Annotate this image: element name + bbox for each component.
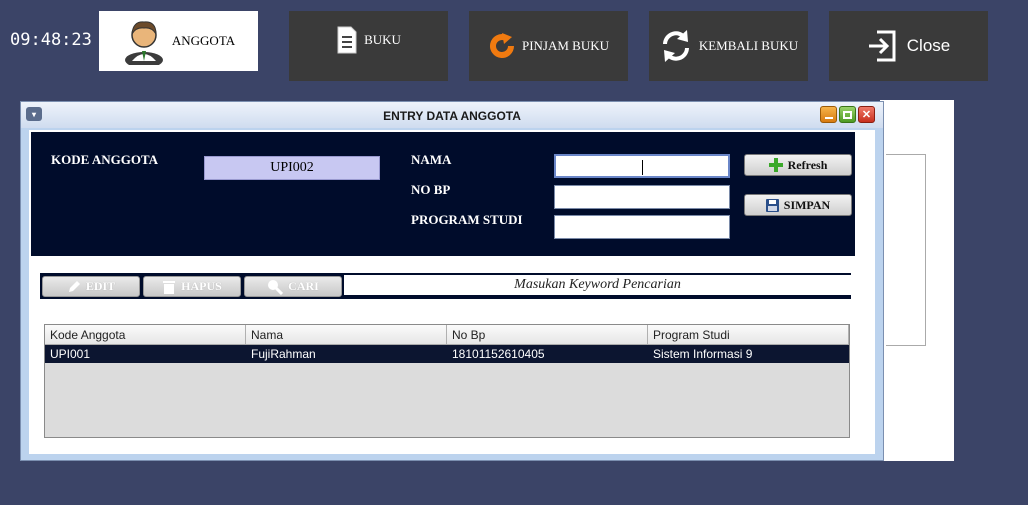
edit-label: EDIT — [85, 279, 116, 293]
no-bp-input[interactable] — [555, 186, 729, 208]
kode-anggota-label: KODE ANGGOTA — [51, 152, 159, 167]
refresh-label: Refresh — [787, 157, 828, 172]
program-studi-label: PROGRAM STUDI — [411, 212, 523, 227]
nama-field[interactable] — [554, 154, 730, 178]
program-studi-field[interactable] — [554, 215, 730, 239]
window-title: ENTRY DATA ANGGOTA — [383, 109, 521, 123]
nav-anggota-button[interactable]: ANGGOTA — [99, 11, 258, 71]
nav-kembali-buku-button[interactable]: KEMBALI BUKU — [649, 11, 808, 81]
clock-display: 09:48:23 — [10, 30, 92, 50]
entry-data-anggota-window: ▾ ENTRY DATA ANGGOTA ✕ KODE ANGGOTA UPI0… — [20, 101, 884, 461]
cari-label: CARI — [288, 279, 319, 293]
exit-icon — [867, 30, 897, 62]
action-toolbar: EDIT HAPUS CARI — [40, 273, 851, 299]
cari-button[interactable]: CARI — [244, 276, 342, 297]
nav-close-button[interactable]: Close — [829, 11, 988, 81]
no-bp-label: NO BP — [411, 182, 451, 197]
nav-buku-button[interactable]: BUKU — [289, 11, 448, 81]
close-window-button[interactable]: ✕ — [858, 106, 875, 123]
nav-kembali-buku-label: KEMBALI BUKU — [698, 38, 799, 53]
text-caret — [642, 160, 643, 175]
trash-icon — [162, 279, 176, 295]
nama-label: NAMA — [411, 152, 452, 167]
maximize-icon — [843, 110, 852, 119]
nav-close-label: Close — [906, 36, 951, 55]
column-header-program-studi[interactable]: Program Studi — [648, 325, 849, 344]
background-panel — [880, 100, 954, 461]
background-inner-box — [886, 154, 926, 346]
minimize-icon — [824, 116, 833, 119]
refresh-button[interactable]: Refresh — [744, 154, 852, 176]
search-field[interactable] — [344, 275, 851, 295]
table-cell: 18101152610405 — [452, 347, 545, 361]
simpan-button[interactable]: SIMPAN — [744, 194, 852, 216]
minimize-button[interactable] — [820, 106, 837, 123]
hapus-button[interactable]: HAPUS — [143, 276, 241, 297]
table-cell: UPI001 — [50, 347, 91, 361]
pencil-icon — [67, 280, 81, 294]
program-studi-input[interactable] — [555, 216, 729, 238]
document-icon — [336, 26, 358, 54]
column-header-nama[interactable]: Nama — [246, 325, 447, 344]
nav-buku-label: BUKU — [364, 32, 401, 47]
form-panel: KODE ANGGOTA UPI002 NAMA NO BP PROGRAM S… — [31, 132, 855, 256]
column-header-no-bp[interactable]: No Bp — [447, 325, 648, 344]
window-titlebar[interactable]: ▾ ENTRY DATA ANGGOTA ✕ — [21, 102, 883, 128]
close-icon: ✕ — [861, 109, 872, 121]
search-icon — [267, 279, 284, 295]
user-icon — [122, 17, 166, 65]
no-bp-field[interactable] — [554, 185, 730, 209]
table-row[interactable]: UPI001 FujiRahman 18101152610405 Sistem … — [45, 345, 849, 363]
plus-icon — [768, 158, 783, 172]
kode-anggota-field: UPI002 — [204, 156, 380, 180]
refresh-arrow-icon — [488, 32, 516, 60]
table-cell: FujiRahman — [251, 347, 316, 361]
hapus-label: HAPUS — [181, 279, 222, 293]
window-content: KODE ANGGOTA UPI002 NAMA NO BP PROGRAM S… — [29, 130, 875, 454]
simpan-label: SIMPAN — [783, 197, 831, 212]
search-input[interactable] — [344, 275, 851, 295]
nav-pinjam-buku-button[interactable]: PINJAM BUKU — [469, 11, 628, 81]
edit-button[interactable]: EDIT — [42, 276, 140, 297]
save-icon — [765, 198, 779, 212]
nav-anggota-label: ANGGOTA — [171, 33, 236, 48]
swap-arrows-icon — [659, 28, 693, 64]
nav-pinjam-buku-label: PINJAM BUKU — [521, 38, 610, 53]
table-cell: Sistem Informasi 9 — [653, 347, 753, 361]
column-header-kode-anggota[interactable]: Kode Anggota — [45, 325, 246, 344]
maximize-button[interactable] — [839, 106, 856, 123]
table-header: Kode Anggota Nama No Bp Program Studi — [45, 325, 849, 345]
anggota-table: Kode Anggota Nama No Bp Program Studi UP… — [44, 324, 850, 438]
